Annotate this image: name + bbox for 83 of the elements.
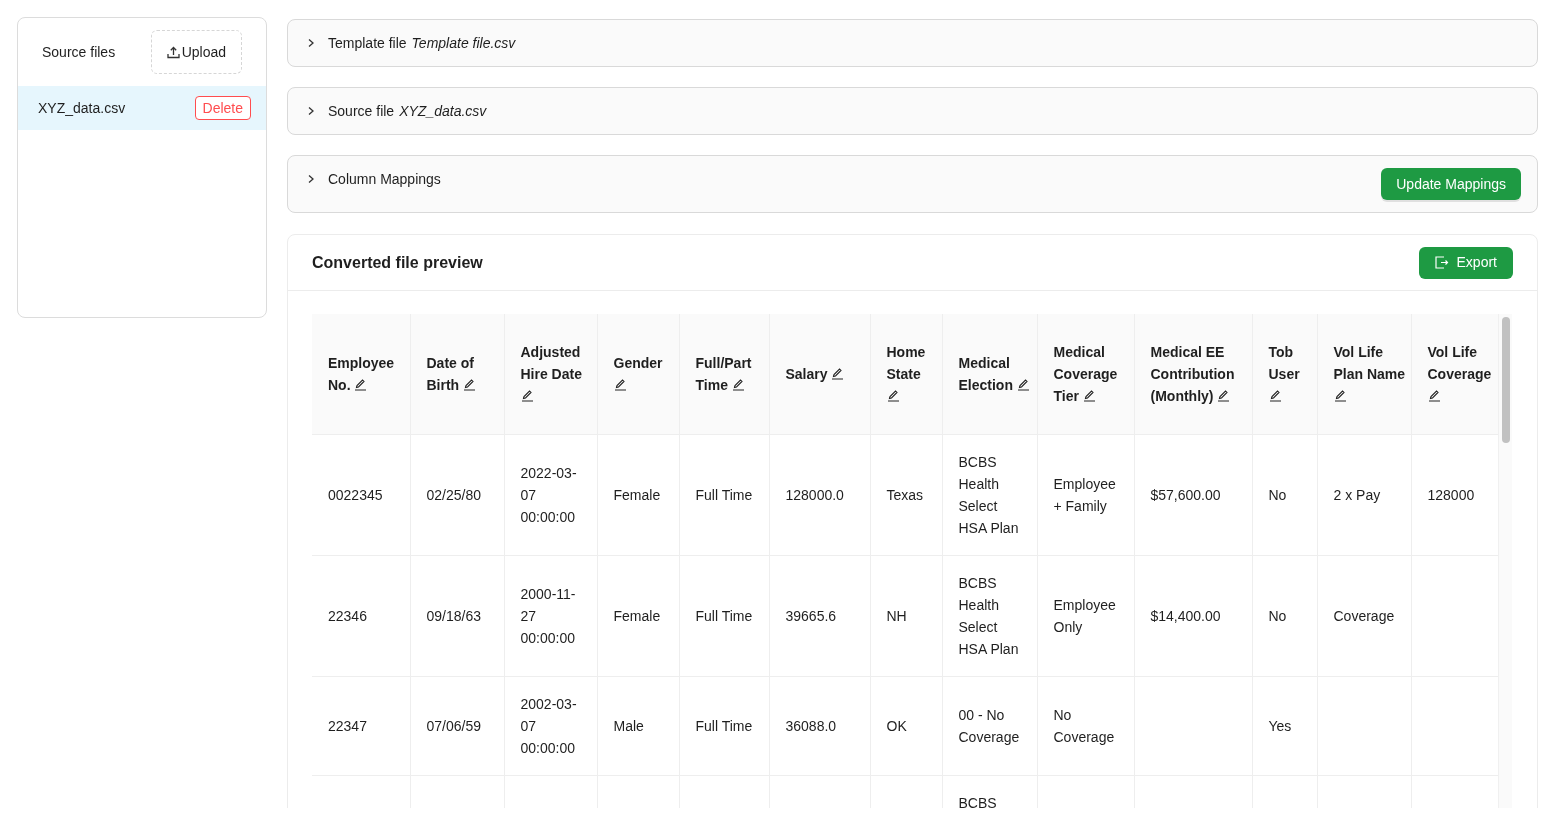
table-cell: BCBS Health Select HSA Plan	[958, 454, 1019, 536]
table-cell: OK	[886, 718, 907, 734]
table-cell: Female	[613, 487, 661, 503]
table-cell: Full Time	[695, 487, 753, 503]
collapse-panel[interactable]: Column Mappings Update Mappings	[287, 155, 1538, 213]
table-cell: $14,400.00	[1150, 608, 1221, 624]
table-cell: No	[1268, 487, 1287, 503]
edit-icon[interactable]	[613, 378, 627, 391]
table-cell: 09/18/63	[426, 608, 481, 624]
column-header[interactable]: Salary	[785, 363, 866, 385]
table-cell: 02/25/80	[426, 487, 481, 503]
export-button[interactable]: Export	[1418, 246, 1513, 279]
collapse-panel[interactable]: Source file XYZ_data.csv	[287, 87, 1538, 135]
table-cell: Texas	[886, 487, 924, 503]
edit-icon[interactable]	[1082, 389, 1096, 402]
export-icon	[1434, 256, 1449, 269]
update-mappings-button[interactable]: Update Mappings	[1381, 168, 1521, 200]
table-cell: Male	[613, 718, 644, 734]
table-cell: Yes	[1268, 718, 1292, 734]
table-cell: 2002-03-07 00:00:00	[520, 696, 577, 756]
column-header[interactable]: Gender	[613, 352, 675, 396]
edit-icon[interactable]	[1333, 389, 1347, 402]
table-cell: Coverage	[1333, 608, 1395, 624]
panel-title: Source files	[42, 42, 116, 62]
table-cell: 07/06/59	[426, 718, 481, 734]
upload-button[interactable]: Upload	[150, 30, 242, 74]
file-name: XYZ_data.csv	[38, 98, 126, 118]
upload-icon	[166, 45, 180, 59]
file-name: Template file.csv	[411, 33, 516, 53]
column-header[interactable]: Tob User	[1268, 341, 1313, 407]
column-header[interactable]: Vol Life Coverage	[1427, 341, 1494, 407]
table-cell: 128000	[1427, 487, 1475, 503]
column-header[interactable]: Medical Coverage Tier	[1053, 341, 1130, 407]
table-cell: 2 x Pay	[1333, 487, 1381, 503]
table-cell: 128000.0	[785, 487, 844, 503]
chevron-right-icon	[306, 174, 316, 184]
edit-icon[interactable]	[886, 389, 900, 402]
table-cell: BCBS	[958, 795, 997, 808]
table-cell: No	[1268, 608, 1287, 624]
table-cell: 2000-11-27 00:00:00	[520, 586, 576, 646]
card-title: Converted file preview	[312, 252, 483, 273]
chevron-right-icon	[306, 38, 316, 48]
section-label: Template file	[328, 33, 407, 53]
table-cell: 2022-03-07 00:00:00	[520, 465, 577, 525]
edit-icon[interactable]	[463, 378, 477, 391]
edit-icon[interactable]	[354, 378, 368, 391]
table-cell: Full Time	[695, 718, 753, 734]
collapse-panel[interactable]: Template file Template file.csv	[287, 19, 1538, 67]
table-cell: 36088.0	[785, 718, 837, 734]
edit-icon[interactable]	[1427, 389, 1441, 402]
table-cell: 22346	[328, 608, 367, 624]
column-header[interactable]: Date of Birth	[426, 352, 500, 396]
column-header[interactable]: Medical EE Contribution (Monthly)	[1150, 341, 1248, 407]
column-header[interactable]: Vol Life Plan Name	[1333, 341, 1407, 407]
file-item[interactable]: XYZ_data.csv Delete	[18, 86, 266, 130]
file-name: XYZ_data.csv	[399, 101, 487, 121]
chevron-right-icon	[306, 106, 316, 116]
edit-icon[interactable]	[1217, 389, 1231, 402]
table-cell: 22347	[328, 718, 367, 734]
column-header[interactable]: Full/Part Time	[695, 352, 765, 396]
table-cell: NH	[886, 608, 907, 624]
edit-icon[interactable]	[1016, 378, 1030, 391]
table-cell: 00 - No Coverage	[958, 707, 1020, 745]
section-label: Source file	[328, 101, 395, 121]
edit-icon[interactable]	[520, 389, 534, 402]
edit-icon[interactable]	[1268, 389, 1282, 402]
table-cell: Female	[613, 608, 661, 624]
table-cell: Employee Only	[1053, 597, 1116, 635]
section-label: Column Mappings	[328, 169, 441, 189]
table-cell: Employee + Family	[1053, 476, 1116, 514]
table-cell: 0022345	[328, 487, 383, 503]
table-cell: Full Time	[695, 608, 753, 624]
edit-icon[interactable]	[831, 367, 845, 380]
table-cell: No Coverage	[1053, 707, 1115, 745]
edit-icon[interactable]	[731, 378, 745, 391]
column-header[interactable]: Medical Election	[958, 352, 1033, 396]
table-cell: $57,600.00	[1150, 487, 1221, 503]
table-cell: BCBS Health Select HSA Plan	[958, 575, 1019, 657]
scrollbar[interactable]	[1498, 314, 1512, 808]
column-header[interactable]: Employee No.	[328, 352, 406, 396]
column-header[interactable]: Home State	[886, 341, 938, 407]
table-cell: 39665.6	[785, 608, 837, 624]
column-header[interactable]: Adjusted Hire Date	[520, 341, 593, 407]
